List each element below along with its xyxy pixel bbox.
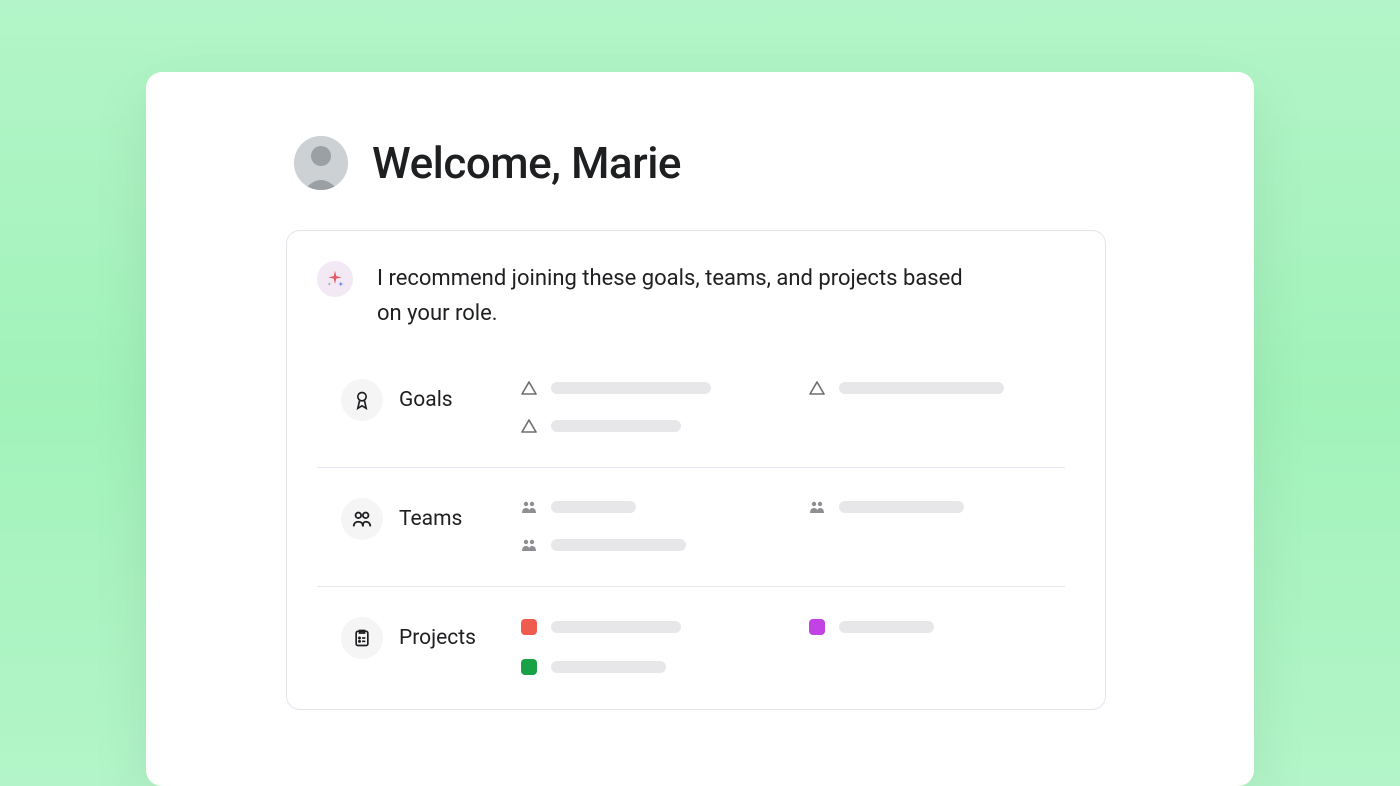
page-title: Welcome, Marie [372,137,681,189]
placeholder [551,539,686,551]
recommendation-row: I recommend joining these goals, teams, … [317,261,1065,331]
placeholder [551,382,711,394]
placeholder [551,661,666,673]
goals-section: Goals [317,349,1065,468]
projects-section: Projects [317,587,1065,709]
triangle-icon [809,381,825,395]
triangle-icon [521,381,537,395]
project-color-icon [521,659,537,675]
project-color-icon [521,619,537,635]
project-item[interactable] [809,619,1065,635]
team-item[interactable] [521,538,777,552]
placeholder [839,621,934,633]
goal-item[interactable] [521,381,777,395]
project-item[interactable] [521,619,777,635]
teams-icon [341,498,383,540]
placeholder [551,501,636,513]
header: Welcome, Marie [146,136,1254,190]
placeholder [839,501,964,513]
sparkle-icon [317,261,353,297]
projects-icon [341,617,383,659]
team-item[interactable] [809,500,1065,514]
goal-item[interactable] [521,419,777,433]
people-icon [521,538,537,552]
teams-label: Teams [399,507,462,531]
teams-section: Teams [317,468,1065,587]
placeholder [839,382,1004,394]
main-card: Welcome, Marie I recommend joining these… [146,72,1254,786]
triangle-icon [521,419,537,433]
project-item[interactable] [521,659,777,675]
project-color-icon [809,619,825,635]
people-icon [809,500,825,514]
recommendation-text: I recommend joining these goals, teams, … [377,261,977,331]
team-item[interactable] [521,500,777,514]
avatar[interactable] [294,136,348,190]
placeholder [551,621,681,633]
goals-icon [341,379,383,421]
placeholder [551,420,681,432]
projects-label: Projects [399,626,476,650]
people-icon [521,500,537,514]
recommendation-panel: I recommend joining these goals, teams, … [286,230,1106,710]
goal-item[interactable] [809,381,1065,395]
goals-label: Goals [399,388,453,412]
